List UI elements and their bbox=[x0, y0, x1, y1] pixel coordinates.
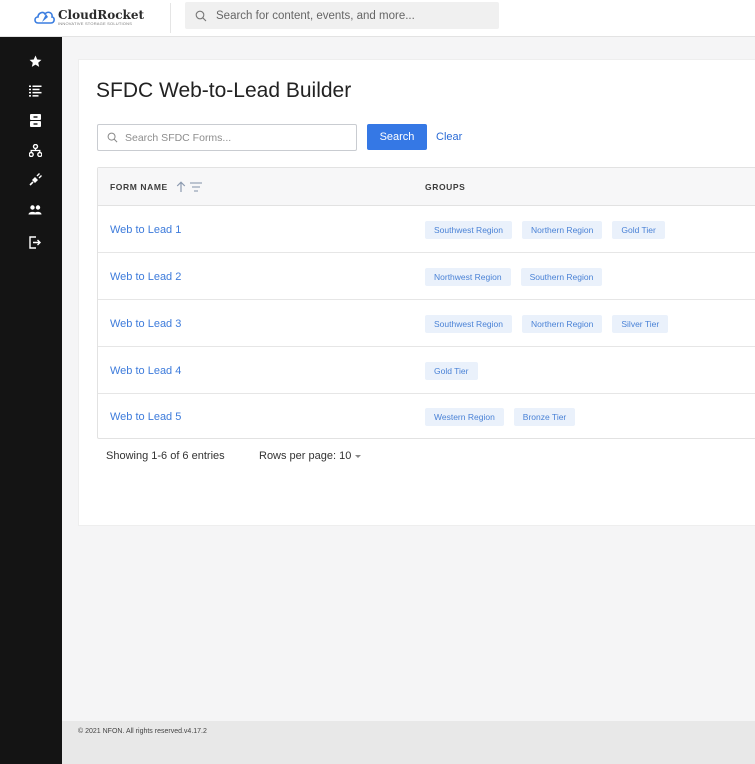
brand-tagline: INNOVATIVE STORAGE SOLUTIONS bbox=[58, 20, 133, 26]
group-badge: Gold Tier bbox=[425, 361, 478, 380]
group-badge: Gold Tier bbox=[612, 220, 665, 239]
table-row: Web to Lead 3 Southwest Region Northern … bbox=[98, 300, 755, 347]
hierarchy-icon bbox=[28, 143, 42, 157]
form-search-input[interactable] bbox=[125, 131, 345, 144]
global-search-input[interactable] bbox=[216, 9, 486, 22]
group-list: Southwest Region Northern Region Silver … bbox=[425, 300, 678, 347]
sidebar-item-logout[interactable] bbox=[27, 234, 43, 250]
rows-per-page-select[interactable]: Rows per page: 10 bbox=[259, 450, 362, 462]
sidebar-item-integrations[interactable] bbox=[27, 171, 43, 187]
form-link[interactable]: Web to Lead 5 bbox=[110, 393, 181, 440]
form-link[interactable]: Web to Lead 4 bbox=[110, 347, 181, 394]
pagination-info: Showing 1-6 of 6 entries bbox=[106, 450, 225, 462]
column-label: FORM NAME bbox=[110, 182, 168, 192]
group-list: Northwest Region Southern Region bbox=[425, 253, 612, 300]
footer: © 2021 NFON. All rights reserved.v4.17.2 bbox=[62, 721, 755, 764]
group-badge: Bronze Tier bbox=[513, 407, 576, 426]
table-row: Web to Lead 4 Gold Tier bbox=[98, 347, 755, 394]
form-link[interactable]: Web to Lead 1 bbox=[110, 206, 181, 253]
group-list: Western Region Bronze Tier bbox=[425, 393, 585, 440]
table-row: Web to Lead 1 Southwest Region Northern … bbox=[98, 206, 755, 253]
table-row: Web to Lead 5 Western Region Bronze Tier bbox=[98, 393, 755, 440]
group-badge: Silver Tier bbox=[612, 314, 669, 333]
group-list: Southwest Region Northern Region Gold Ti… bbox=[425, 206, 675, 253]
archive-icon bbox=[29, 113, 41, 127]
group-list: Gold Tier bbox=[425, 347, 488, 394]
rows-per-page-label: Rows per page: 10 bbox=[259, 450, 352, 462]
sort-ascending-icon[interactable] bbox=[176, 181, 186, 193]
group-badge: Southwest Region bbox=[425, 314, 512, 333]
form-link[interactable]: Web to Lead 3 bbox=[110, 300, 181, 347]
table-header: FORM NAME GROUPS bbox=[98, 168, 755, 206]
caret-down-icon bbox=[355, 454, 362, 458]
clear-button[interactable]: Clear bbox=[436, 124, 462, 150]
sidebar-item-hierarchy[interactable] bbox=[27, 142, 43, 158]
search-icon bbox=[195, 10, 207, 21]
group-badge: Northern Region bbox=[522, 314, 603, 333]
top-bar: CloudRocket INNOVATIVE STORAGE SOLUTIONS bbox=[0, 0, 755, 37]
search-icon bbox=[107, 132, 118, 143]
logo[interactable]: CloudRocket INNOVATIVE STORAGE SOLUTIONS bbox=[33, 6, 144, 28]
users-icon bbox=[28, 205, 42, 215]
sidebar-item-users[interactable] bbox=[27, 202, 43, 218]
sidebar-item-archive[interactable] bbox=[27, 112, 43, 128]
form-link[interactable]: Web to Lead 2 bbox=[110, 253, 181, 300]
group-badge: Western Region bbox=[425, 407, 504, 426]
star-icon bbox=[29, 55, 41, 67]
copyright-text: © 2021 NFON. All rights reserved.v4.17.2 bbox=[78, 728, 207, 735]
column-header-groups: GROUPS bbox=[425, 182, 466, 192]
filter-icon[interactable] bbox=[189, 182, 202, 192]
divider bbox=[170, 3, 171, 33]
column-header-form-name[interactable]: FORM NAME bbox=[110, 168, 202, 206]
global-search[interactable] bbox=[185, 2, 499, 29]
form-search-box[interactable] bbox=[97, 124, 357, 151]
page-title: SFDC Web-to-Lead Builder bbox=[96, 79, 352, 102]
forms-table: FORM NAME GROUPS Web to Lead 1 Southwest… bbox=[97, 167, 755, 439]
plug-icon bbox=[28, 172, 42, 186]
group-badge: Northern Region bbox=[522, 220, 603, 239]
group-badge: Southwest Region bbox=[425, 220, 512, 239]
sidebar-item-list[interactable] bbox=[27, 83, 43, 99]
brand-name: CloudRocket bbox=[58, 7, 145, 22]
logout-icon bbox=[29, 235, 41, 249]
search-button[interactable]: Search bbox=[367, 124, 427, 150]
group-badge: Northwest Region bbox=[425, 267, 511, 286]
table-row: Web to Lead 2 Northwest Region Southern … bbox=[98, 253, 755, 300]
cloud-rocket-logo-icon bbox=[34, 11, 55, 24]
list-icon bbox=[28, 85, 41, 97]
sidebar bbox=[0, 37, 62, 764]
sidebar-item-favorites[interactable] bbox=[27, 53, 43, 69]
group-badge: Southern Region bbox=[520, 267, 603, 286]
